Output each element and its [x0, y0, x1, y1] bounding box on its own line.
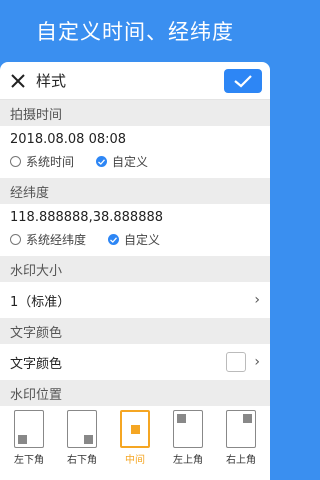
position-bottom-right[interactable]: 右下角 [63, 410, 101, 466]
position-preview [14, 410, 44, 448]
position-top-right[interactable]: 右上角 [222, 410, 260, 466]
close-icon [11, 73, 25, 88]
radio-system-coords[interactable]: 系统经纬度 [10, 231, 86, 248]
position-options: 左下角 右下角 中间 左上角 右上角 [0, 406, 270, 466]
position-preview-selected [120, 410, 150, 448]
radio-label: 系统经纬度 [26, 233, 87, 247]
confirm-button[interactable] [224, 68, 262, 93]
radio-custom-coords[interactable]: 自定义 [108, 231, 160, 248]
time-source-options: 系统时间 自定义 [0, 149, 270, 178]
watermark-size-value: 1（标准） [10, 294, 71, 310]
radio-unchecked-icon [10, 156, 21, 167]
text-color-row[interactable]: 文字颜色 › [0, 344, 270, 380]
banner-title: 自定义时间、经纬度 [36, 20, 234, 44]
panel-toolbar: 样式 [0, 62, 270, 100]
style-panel: 样式 拍摄时间 2018.08.08 08:08 系统时间 自定义 经纬度 11… [0, 62, 270, 480]
time-value[interactable]: 2018.08.08 08:08 [0, 126, 270, 149]
radio-unchecked-icon [10, 234, 21, 245]
check-icon [234, 74, 252, 87]
radio-label: 系统时间 [26, 155, 75, 169]
coords-value[interactable]: 118.888888,38.888888 [0, 204, 270, 227]
position-label: 中间 [125, 455, 145, 466]
section-header-position: 水印位置 [0, 380, 270, 406]
section-header-coords: 经纬度 [0, 178, 270, 204]
radio-checked-icon [108, 234, 120, 245]
position-center[interactable]: 中间 [116, 410, 154, 466]
position-label: 左下角 [14, 455, 44, 466]
watermark-marker [84, 435, 93, 444]
section-header-color: 文字颜色 [0, 318, 270, 344]
watermark-marker [131, 425, 140, 434]
position-preview [173, 410, 203, 448]
watermark-size-row[interactable]: 1（标准） › [0, 282, 270, 318]
radio-label: 自定义 [112, 155, 149, 169]
color-swatch[interactable] [226, 352, 247, 372]
coords-source-options: 系统经纬度 自定义 [0, 227, 270, 256]
position-label: 右下角 [67, 455, 97, 466]
position-top-left[interactable]: 左上角 [169, 410, 207, 466]
radio-checked-icon [96, 156, 108, 167]
radio-custom-time[interactable]: 自定义 [96, 153, 148, 170]
position-preview [67, 410, 97, 448]
section-header-size: 水印大小 [0, 256, 270, 282]
radio-label: 自定义 [124, 233, 161, 247]
watermark-marker [18, 435, 27, 444]
chevron-right-icon: › [254, 292, 260, 308]
position-preview [226, 410, 256, 448]
position-label: 左上角 [173, 455, 203, 466]
close-button[interactable] [8, 71, 28, 91]
watermark-marker [243, 414, 252, 423]
section-header-time: 拍摄时间 [0, 100, 270, 126]
text-color-label: 文字颜色 [10, 356, 63, 372]
position-bottom-left[interactable]: 左下角 [10, 410, 48, 466]
chevron-right-icon: › [254, 354, 260, 370]
radio-system-time[interactable]: 系统时间 [10, 153, 74, 170]
position-label: 右上角 [226, 455, 256, 466]
panel-title: 样式 [36, 72, 67, 90]
promo-banner: 自定义时间、经纬度 [0, 0, 270, 62]
watermark-marker [177, 414, 186, 423]
